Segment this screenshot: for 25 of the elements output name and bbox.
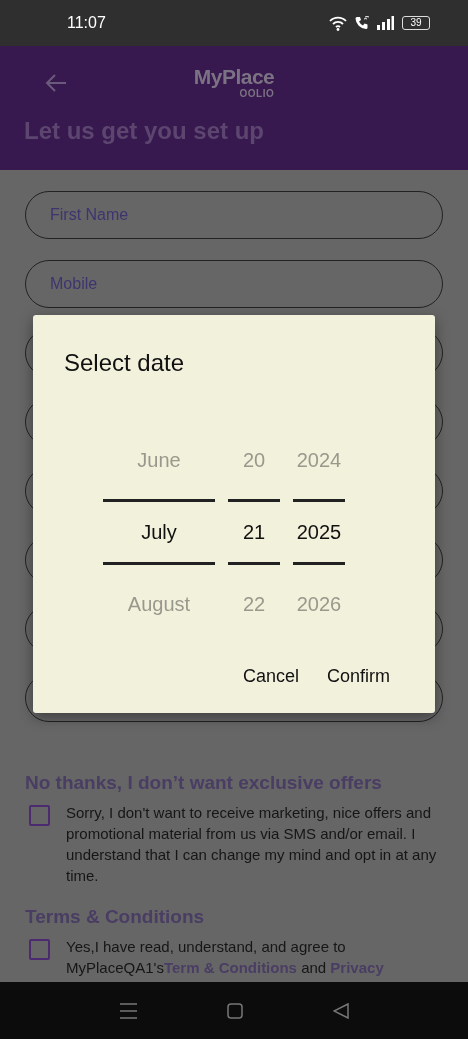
consent-text: Sorry, I don't want to receive marketing, nice offers and promotional material from us via SMS and/or email. I understand that I can change my mind and opt in at any time. — [66, 803, 438, 886]
checkbox[interactable] — [29, 805, 50, 826]
picker-option[interactable]: August — [103, 565, 215, 643]
dialog-button[interactable]: Cancel — [228, 658, 313, 695]
back-arrow-icon[interactable] — [44, 73, 68, 93]
dialog-button[interactable]: Confirm — [313, 658, 404, 695]
picker-option[interactable]: 2024 — [293, 421, 345, 499]
picker-option[interactable]: 21 — [228, 499, 280, 565]
wifi-icon — [328, 15, 348, 31]
picker-option[interactable]: 20 — [228, 421, 280, 499]
picker-option[interactable]: June — [103, 421, 215, 499]
signal-icon — [376, 16, 394, 30]
menu-icon[interactable] — [119, 1002, 137, 1019]
clock-time: 11:07 — [67, 14, 107, 32]
picker-option[interactable]: July — [103, 499, 215, 565]
dialog-title: Select date — [64, 349, 186, 377]
picker-option[interactable]: 2025 — [293, 499, 345, 565]
back-icon[interactable] — [332, 1002, 349, 1019]
picker-option[interactable]: 2026 — [293, 565, 345, 643]
battery-level: 39 — [402, 16, 430, 30]
home-icon[interactable] — [226, 1002, 243, 1019]
picker-option[interactable]: 22 — [228, 565, 280, 643]
app-logo: MyPlace OOLIO — [193, 66, 275, 99]
checkbox[interactable] — [29, 939, 50, 960]
call-icon — [354, 15, 370, 31]
